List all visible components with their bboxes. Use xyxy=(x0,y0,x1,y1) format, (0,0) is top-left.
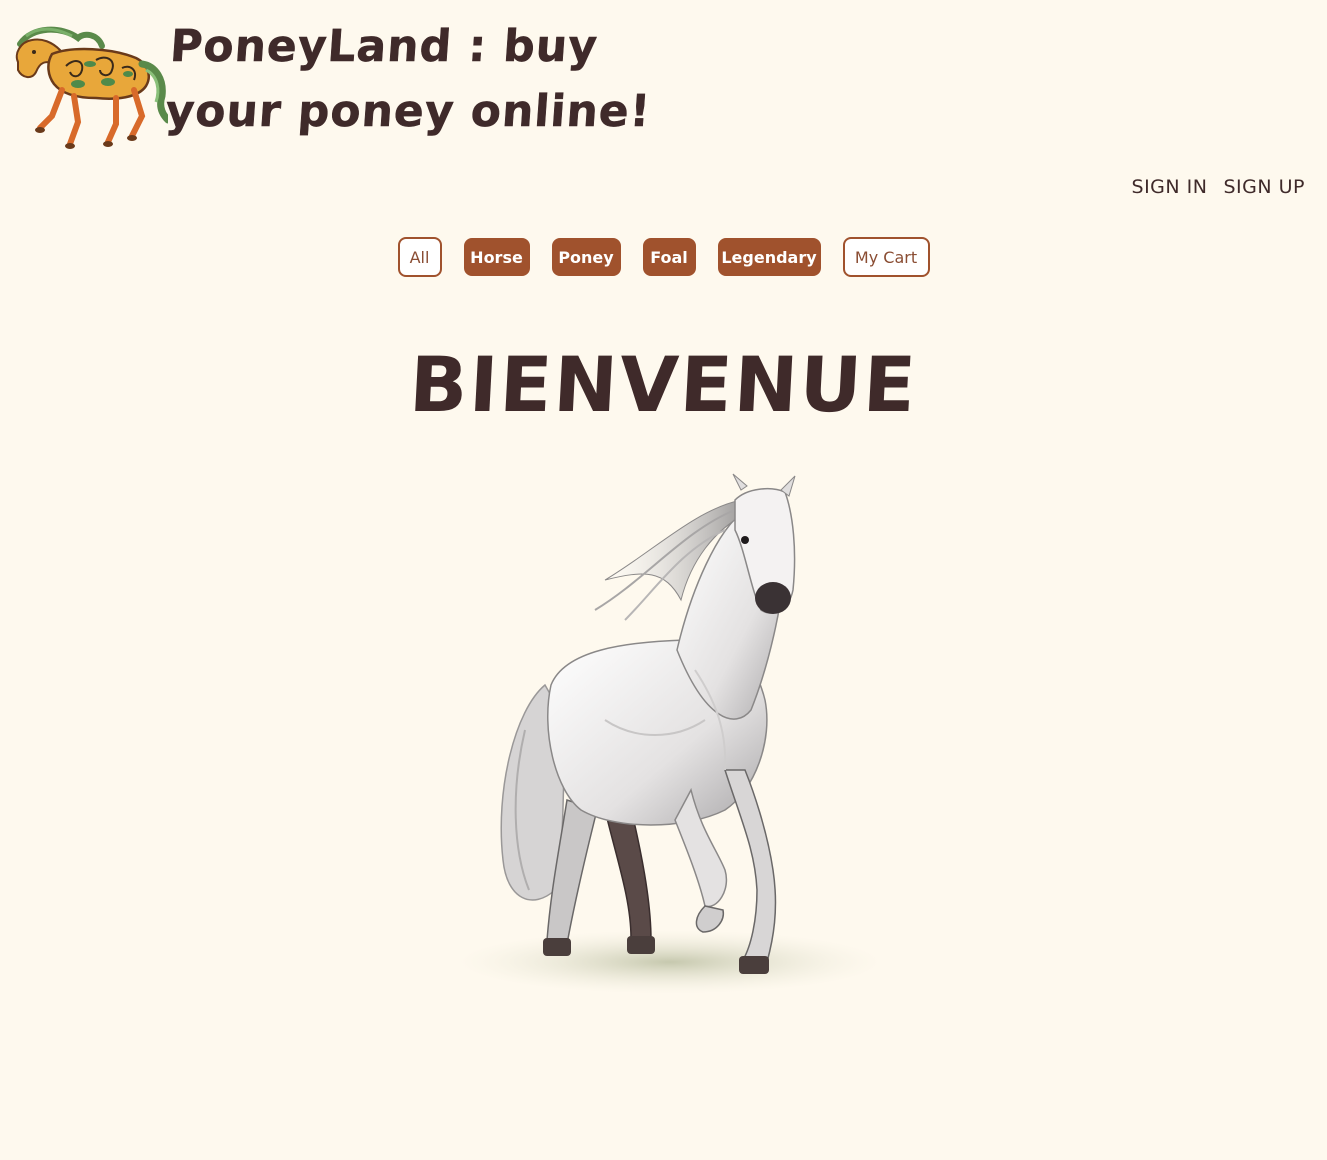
legendary-button[interactable]: Legendary xyxy=(717,238,821,276)
foal-button[interactable]: Foal xyxy=(642,238,696,276)
all-button[interactable]: All xyxy=(397,237,442,277)
category-nav: All Horse Poney Foal Legendary My Cart xyxy=(0,237,1327,277)
site-header: PoneyLand : buy your poney online! xyxy=(0,0,1327,170)
horse-logo-icon[interactable] xyxy=(12,24,172,154)
sign-in-link[interactable]: SIGN IN xyxy=(1132,176,1208,198)
auth-links: SIGN IN SIGN UP xyxy=(1132,176,1305,198)
welcome-heading: BIENVENUE xyxy=(407,340,920,429)
my-cart-button[interactable]: My Cart xyxy=(842,237,930,277)
poney-button[interactable]: Poney xyxy=(551,238,621,276)
horse-button[interactable]: Horse xyxy=(463,238,530,276)
site-title: PoneyLand : buy your poney online! xyxy=(163,21,653,138)
white-horse-illustration xyxy=(455,470,885,995)
sign-up-link[interactable]: SIGN UP xyxy=(1223,176,1305,198)
